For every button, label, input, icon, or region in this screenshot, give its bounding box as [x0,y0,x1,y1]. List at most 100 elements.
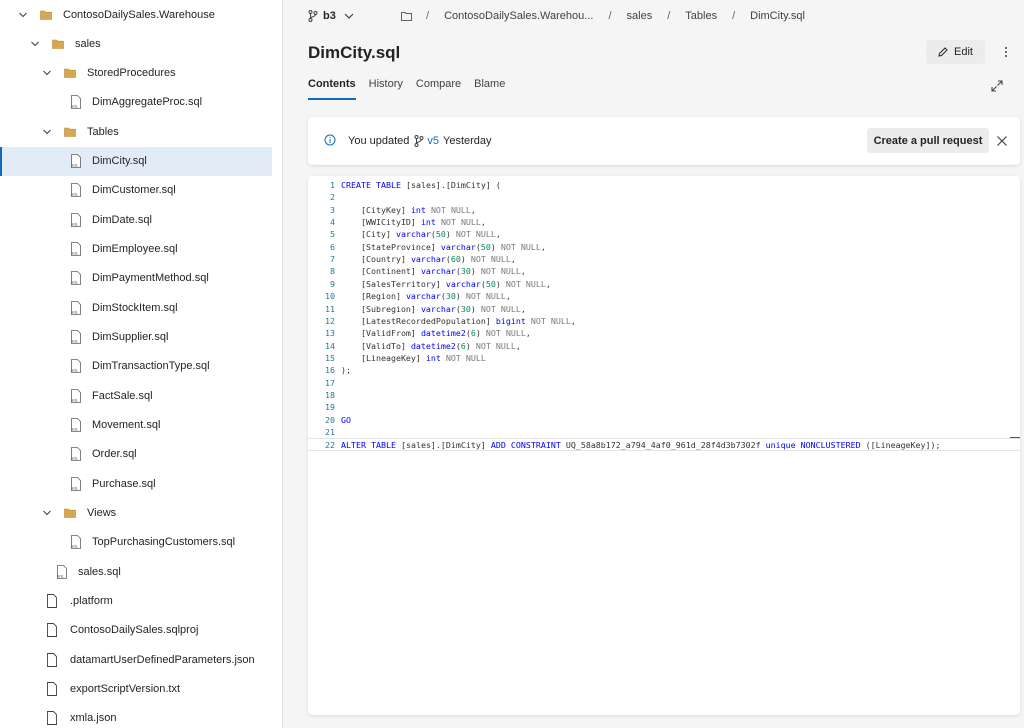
breadcrumb: / ContosoDailySales.Warehou... / sales /… [401,10,805,22]
chevron-down-icon [344,13,354,19]
close-icon[interactable] [995,134,1009,148]
chevron-down-icon[interactable] [40,66,54,80]
tree-file-row[interactable]: datamartUserDefinedParameters.json [0,645,272,674]
code-editor[interactable]: 1 CREATE TABLE [sales].[DimCity] (2 3 [Cit… [308,176,1020,715]
breadcrumb-item[interactable]: ContosoDailySales.Warehou... [444,10,593,22]
code-text: [SalesTerritory] varchar(50) NOT NULL, [341,278,551,289]
tree-item-label: .platform [70,595,113,608]
branch-selector[interactable]: b3 [308,10,359,22]
line-number: 21 [325,427,335,437]
tree-item-label: DimCustomer.sql [92,184,176,197]
sql-file-icon: SQL [69,212,83,227]
chevron-down-icon[interactable] [16,8,30,22]
tree-file-row[interactable]: SQL DimAggregateProc.sql [0,88,272,117]
code-text: [Subregion] varchar(30) NOT NULL, [341,303,526,314]
code-line: 5 [City] varchar(50) NOT NULL, [308,228,1020,240]
tree-item-label: DimTransactionType.sql [92,360,210,373]
tree-item-label: sales.sql [78,565,121,578]
breadcrumb-separator: / [426,10,430,22]
file-icon [46,711,58,726]
svg-text:SQL: SQL [71,545,78,549]
tree-folder-row[interactable]: ContosoDailySales.Warehouse [0,0,272,29]
code-line: 9 [SalesTerritory] varchar(50) NOT NULL, [308,278,1020,290]
tree-item-label: Movement.sql [92,419,161,432]
code-text: [LatestRecordedPopulation] bigint NOT NU… [341,315,576,326]
tree-file-row[interactable]: SQL DimTransactionType.sql [0,352,272,381]
tree-file-row[interactable]: SQL DimCustomer.sql [0,176,272,205]
create-pull-request-button[interactable]: Create a pull request [867,128,989,153]
tree-file-row[interactable]: SQL Purchase.sql [0,469,272,498]
edit-button[interactable]: Edit [926,40,985,64]
chevron-down-icon[interactable] [28,37,42,51]
line-number: 17 [325,377,335,388]
tab-blame[interactable]: Blame [474,78,505,100]
more-options-button[interactable] [999,42,1013,62]
code-text: [LineageKey] int NOT NULL [341,352,486,363]
chevron-down-icon[interactable] [40,506,54,520]
line-number: 16 [325,365,335,376]
update-notification-banner: You updated v5 Yesterday Create a pull r… [308,117,1020,165]
tree-file-row[interactable]: SQL DimCity.sql [0,146,272,176]
tree-file-row[interactable]: exportScriptVersion.txt [0,675,272,704]
tree-item-label: Tables [87,125,119,138]
code-text: GO [341,414,351,425]
breadcrumb-separator: / [608,10,612,22]
tab-history[interactable]: History [369,78,403,100]
expand-icon[interactable] [990,79,1004,93]
tree-file-row[interactable]: SQL DimPaymentMethod.sql [0,264,272,293]
breadcrumb-item[interactable]: sales [627,10,653,22]
tree-file-row[interactable]: SQL Movement.sql [0,411,272,440]
file-icon [46,682,58,697]
svg-text:SQL: SQL [71,252,78,256]
code-line: 21 [308,426,1020,438]
sql-file-icon: SQL [69,242,83,257]
code-line: 13 [ValidFrom] datetime2(6) NOT NULL, [308,327,1020,339]
tree-item-label: xmla.json [70,712,117,725]
code-line: 19 [308,401,1020,413]
tab-contents[interactable]: Contents [308,78,356,100]
code-text: CREATE TABLE [sales].[DimCity] ( [341,180,501,190]
tree-file-row[interactable]: SQL DimSupplier.sql [0,323,272,352]
tree-file-row[interactable]: SQL sales.sql [0,557,272,586]
info-icon [324,134,336,146]
code-text: ALTER TABLE [sales].[DimCity] ADD CONSTR… [341,440,941,451]
breadcrumb-item[interactable]: DimCity.sql [750,10,805,22]
svg-text:SQL: SQL [71,222,78,226]
tree-item-label: DimDate.sql [92,213,152,226]
tree-item-label: exportScriptVersion.txt [70,683,181,696]
tree-file-row[interactable]: SQL Order.sql [0,440,272,469]
banner-when: Yesterday [443,135,492,147]
tree-item-label: ContosoDailySales.Warehouse [63,8,215,21]
tree-file-row[interactable]: .platform [0,587,272,616]
code-text: [City] varchar(50) NOT NULL, [341,229,501,240]
file-tabs: Contents History Compare Blame [308,78,518,100]
tree-item-label: sales [75,37,101,50]
line-number: 9 [330,278,335,289]
file-icon [46,594,58,609]
tree-file-row[interactable]: SQL FactSale.sql [0,381,272,410]
tree-folder-row[interactable]: Tables [0,117,272,146]
tree-file-row[interactable]: ContosoDailySales.sqlproj [0,616,272,645]
sql-file-icon: SQL [69,183,83,198]
svg-text:SQL: SQL [57,574,64,578]
page-title: DimCity.sql [308,43,401,62]
svg-text:SQL: SQL [71,369,78,373]
code-line: 14 [ValidTo] datetime2(6) NOT NULL, [308,340,1020,352]
tree-file-row[interactable]: SQL DimStockItem.sql [0,293,272,322]
tab-compare[interactable]: Compare [416,78,461,100]
tree-file-row[interactable]: SQL TopPurchasingCustomers.sql [0,528,272,557]
breadcrumb-item[interactable]: Tables [685,10,717,22]
tree-file-row[interactable]: xmla.json [0,704,272,728]
svg-text:SQL: SQL [71,105,78,109]
tree-file-row[interactable]: SQL DimEmployee.sql [0,235,272,264]
chevron-down-icon[interactable] [40,125,54,139]
tree-folder-row[interactable]: StoredProcedures [0,59,272,88]
tree-folder-row[interactable]: sales [0,29,272,58]
sql-file-icon: SQL [69,359,83,374]
sql-file-icon: SQL [69,476,83,491]
version-link[interactable]: v5 [427,135,439,147]
tree-folder-row[interactable]: Views [0,499,272,528]
breadcrumb-separator: / [732,10,736,22]
tree-file-row[interactable]: SQL DimDate.sql [0,205,272,234]
more-vertical-icon [1005,47,1007,57]
